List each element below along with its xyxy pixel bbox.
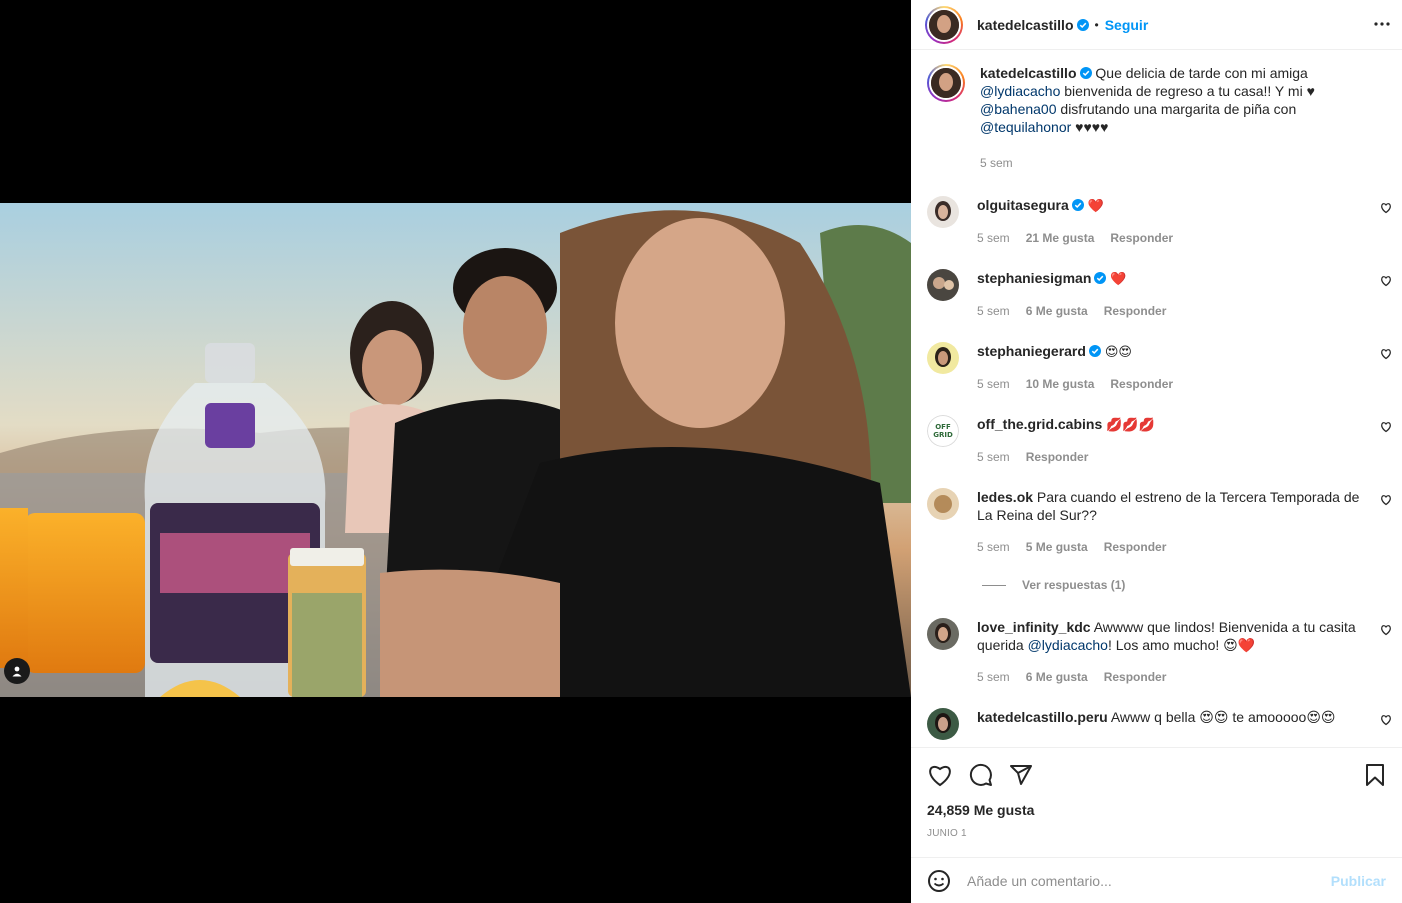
replies-divider [982, 584, 1006, 586]
caption-text: disfrutando una margarita de piña con [1060, 101, 1297, 117]
more-icon[interactable] [1370, 12, 1394, 36]
view-replies-label[interactable]: Ver respuestas (1) [1022, 578, 1125, 592]
share-icon[interactable] [1009, 763, 1033, 787]
action-buttons [927, 748, 1386, 802]
commenter-avatar[interactable] [927, 488, 959, 520]
comment-icon[interactable] [969, 763, 993, 787]
user-tag-icon[interactable] [4, 658, 30, 684]
comment-time[interactable]: 5 sem [977, 302, 1010, 320]
comment-text: ❤️ [1110, 271, 1127, 286]
caption-mention-bahena00[interactable]: @bahena00 [980, 101, 1057, 117]
like-comment-icon[interactable] [1380, 275, 1392, 287]
photo-illustration [0, 203, 911, 697]
caption-avatar[interactable] [927, 64, 965, 102]
verified-badge-icon [1076, 18, 1089, 31]
comment-text: Para cuando el estreno de la Tercera Tem… [977, 489, 1360, 523]
comment-time[interactable]: 5 sem [977, 375, 1010, 393]
post-date[interactable]: JUNIO 1 [927, 828, 1386, 839]
view-replies-button[interactable]: Ver respuestas (1) [982, 578, 1402, 592]
comment-likes[interactable]: 5 Me gusta [1026, 538, 1088, 556]
emoji-icon[interactable] [927, 869, 951, 893]
commenter-username[interactable]: love_infinity_kdc [977, 619, 1091, 635]
reply-button[interactable]: Responder [1110, 229, 1173, 247]
post-panel: katedelcastillo • Seguir katedelcastillo… [911, 0, 1402, 903]
heart-icon[interactable] [927, 763, 953, 787]
svg-text:OFF: OFF [935, 423, 951, 431]
comments-list[interactable]: katedelcastillo Que delicia de tarde con… [911, 51, 1402, 747]
commenter-avatar[interactable] [927, 708, 959, 740]
comment-time[interactable]: 5 sem [977, 448, 1010, 466]
caption-time[interactable]: 5 sem [980, 154, 1013, 172]
post-actions-section: 24,859 Me gusta JUNIO 1 [911, 747, 1402, 857]
post-photo[interactable] [0, 203, 911, 697]
comment-mention-lydiacacho[interactable]: @lydiacacho [1028, 637, 1108, 653]
comment-text: ❤️ [1087, 198, 1104, 213]
commenter-avatar[interactable] [927, 269, 959, 301]
verified-badge-icon [1079, 67, 1092, 79]
like-comment-icon[interactable] [1380, 348, 1392, 360]
comment-time[interactable]: 5 sem [977, 538, 1010, 556]
comment-text: 😍😍 [1104, 344, 1132, 359]
reply-button[interactable]: Responder [1104, 668, 1167, 686]
comment-text: 💋💋💋 [1106, 417, 1155, 432]
commenter-username[interactable]: ledes.ok [977, 489, 1033, 505]
comment-item: OFF GRID off_the.grid.cabins 💋💋💋 5 sem Res… [927, 415, 1402, 466]
like-comment-icon[interactable] [1380, 494, 1392, 506]
comment-input[interactable] [967, 872, 1327, 889]
comment-item: ledes.ok Para cuando el estreno de la Te… [927, 488, 1402, 556]
reply-button[interactable]: Responder [1110, 375, 1173, 393]
commenter-username[interactable]: katedelcastillo.peru [977, 709, 1108, 725]
follow-button[interactable]: Seguir [1105, 17, 1149, 33]
reply-button[interactable]: Responder [1104, 302, 1167, 320]
post-header: katedelcastillo • Seguir [911, 0, 1402, 50]
post-media[interactable] [0, 0, 911, 903]
like-comment-icon[interactable] [1380, 624, 1392, 636]
like-comment-icon[interactable] [1380, 714, 1392, 726]
separator-dot: • [1094, 17, 1099, 32]
caption-text: Que delicia de tarde con mi amiga [1095, 65, 1308, 81]
reply-button[interactable]: Responder [1104, 538, 1167, 556]
comment-text: ! Los amo mucho! 😍❤️ [1107, 637, 1256, 653]
caption-username[interactable]: katedelcastillo [980, 65, 1077, 81]
add-comment-bar: Publicar [911, 857, 1402, 903]
commenter-username[interactable]: off_the.grid.cabins [977, 416, 1102, 432]
comment-likes[interactable]: 21 Me gusta [1026, 229, 1095, 247]
comment-likes[interactable]: 6 Me gusta [1026, 302, 1088, 320]
likes-count[interactable]: 24,859 Me gusta [927, 802, 1386, 818]
verified-badge-icon [1071, 199, 1084, 211]
commenter-username[interactable]: olguitasegura [977, 197, 1069, 213]
comment-time[interactable]: 5 sem [977, 229, 1010, 247]
author-username[interactable]: katedelcastillo [977, 17, 1074, 33]
comment-item: olguitasegura ❤️ 5 sem 21 Me gusta Respond… [927, 196, 1402, 247]
comment-item: stephaniegerard 😍😍 5 sem 10 Me gusta Respo… [927, 342, 1402, 393]
commenter-username[interactable]: stephaniegerard [977, 343, 1086, 359]
caption-hearts: ♥♥♥♥ [1075, 119, 1109, 135]
comment-item: love_infinity_kdc Awwww que lindos! Bien… [927, 618, 1402, 686]
comment-time[interactable]: 5 sem [977, 668, 1010, 686]
commenter-avatar[interactable]: OFF GRID [927, 415, 959, 447]
svg-text:GRID: GRID [933, 431, 953, 439]
comment-text: Awww q bella 😍😍 te amooooo😍😍 [1110, 709, 1336, 725]
commenter-username[interactable]: stephaniesigman [977, 270, 1091, 286]
reply-button[interactable]: Responder [1026, 448, 1089, 466]
comment-item: katedelcastillo.peru Awww q bella 😍😍 te … [927, 708, 1402, 740]
comment-likes[interactable]: 10 Me gusta [1026, 375, 1095, 393]
like-comment-icon[interactable] [1380, 202, 1392, 214]
caption-mention-tequilahonor[interactable]: @tequilahonor [980, 119, 1071, 135]
verified-badge-icon [1094, 272, 1107, 284]
author-avatar[interactable] [925, 5, 963, 44]
caption-mention-lydiacacho[interactable]: @lydiacacho [980, 83, 1060, 99]
comment-item: stephaniesigman ❤️ 5 sem 6 Me gusta Respon… [927, 269, 1402, 320]
commenter-avatar[interactable] [927, 342, 959, 374]
comment-likes[interactable]: 6 Me gusta [1026, 668, 1088, 686]
verified-badge-icon [1088, 345, 1101, 357]
caption-text: bienvenida de regreso a tu casa!! Y mi ♥ [1064, 83, 1315, 99]
commenter-avatar[interactable] [927, 196, 959, 228]
publish-button[interactable]: Publicar [1331, 873, 1386, 889]
like-comment-icon[interactable] [1380, 421, 1392, 433]
bookmark-icon[interactable] [1364, 763, 1386, 787]
commenter-avatar[interactable] [927, 618, 959, 650]
post-caption: katedelcastillo Que delicia de tarde con… [927, 51, 1402, 172]
